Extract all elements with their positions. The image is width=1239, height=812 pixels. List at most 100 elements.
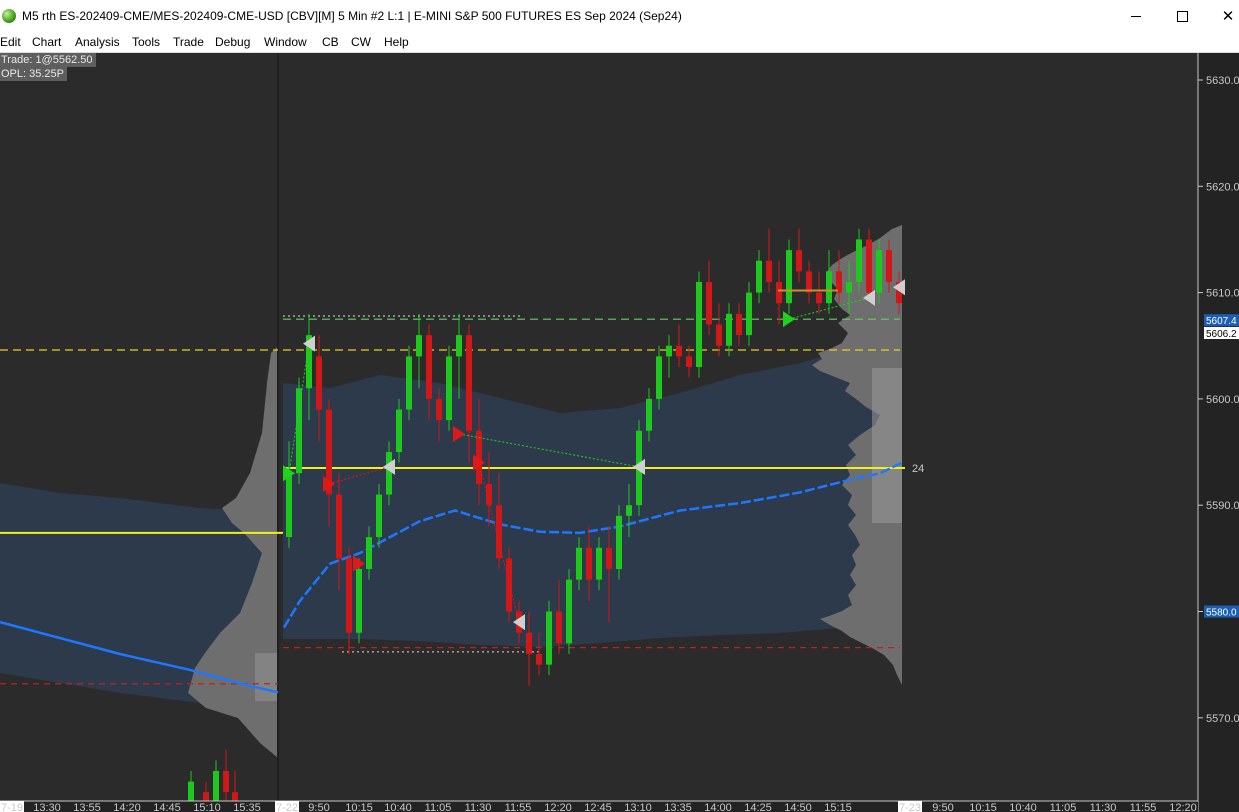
time-label: 9:50 [932,802,953,812]
time-label: 15:15 [824,802,852,812]
candle [666,345,672,357]
price-label: 5600.0 [1206,394,1239,406]
candle [866,239,872,293]
candle [526,632,532,655]
candle [876,250,882,293]
menu-bar: Edit Chart Analysis Tools Trade Debug Wi… [0,32,1239,53]
candle [296,388,302,474]
candle [756,260,762,293]
candle [436,398,442,421]
candle [706,281,712,325]
time-label: 14:50 [784,802,812,812]
candle [656,356,662,399]
candle [746,292,752,336]
time-label: 11:30 [465,802,492,812]
time-label: 12:20 [544,802,572,812]
candle [396,409,402,453]
globe-icon [2,9,16,23]
candle [826,271,832,304]
time-label: 10:15 [345,802,373,812]
candle [766,260,772,282]
trade-info: Trade: 1@5562.50 [0,53,96,67]
candle [223,770,229,793]
time-label: 11:05 [425,802,452,812]
menu-chart[interactable]: Chart [32,35,61,49]
price-label: 5610.0 [1206,288,1239,300]
menu-help[interactable]: Help [384,35,409,49]
date-label: 7-19 [1,802,23,812]
menu-trade[interactable]: Trade [173,35,204,49]
price-chart[interactable]: 24 5630.0 5620.0 5610.0 5600.0 5590.0 5580.0 5… [0,53,1239,812]
candle [626,505,632,516]
candle [796,250,802,272]
menu-cb[interactable]: CB [322,35,339,49]
menu-tools[interactable]: Tools [132,35,160,49]
price-label: 5630.0 [1206,75,1239,87]
candle [336,494,342,559]
price-label: 5570.0 [1206,713,1239,725]
candle [696,281,702,368]
menu-debug[interactable]: Debug [215,35,250,49]
candle [676,345,682,357]
candle [446,356,452,421]
candle [686,356,692,368]
candle [456,335,462,357]
candle [536,654,542,665]
candle [188,781,194,803]
time-label: 10:40 [1009,802,1037,812]
time-label: 13:10 [624,802,652,812]
maximize-icon [1176,10,1188,22]
price-tag-label: 5607.4 [1206,316,1237,327]
time-label: 12:45 [584,802,612,812]
time-label: 14:00 [704,802,732,812]
candle [786,250,792,304]
time-label: 11:55 [1130,802,1157,812]
time-label: 14:45 [153,802,181,812]
candle [736,313,742,336]
window-title: M5 rth ES-202409-CME/MES-202409-CME-USD … [22,9,682,23]
candle [726,313,732,346]
maximize-button[interactable] [1159,0,1205,32]
price-tag-label: 5606.2 [1206,329,1237,340]
candle [426,335,432,399]
candle [846,281,852,293]
menu-cw[interactable]: CW [351,35,371,49]
candle [213,770,219,803]
menu-window[interactable]: Window [264,35,307,49]
candle [586,547,592,580]
candle [606,547,612,569]
candle [596,547,602,580]
candle [286,473,292,538]
price-axis[interactable] [1198,53,1239,812]
opl-info: OPL: 35.25P [0,67,67,81]
candle [546,611,552,665]
menu-edit[interactable]: Edit [0,35,21,49]
title-bar[interactable]: M5 rth ES-202409-CME/MES-202409-CME-USD … [0,0,1239,32]
price-tag-label: 5580.0 [1206,608,1237,619]
chart-canvas[interactable]: 24 5630.0 5620.0 5610.0 5600.0 5590.0 5580.0 5… [0,53,1239,812]
time-label: 12:20 [1169,802,1197,812]
candle [576,547,582,580]
time-label: 11:05 [1050,802,1077,812]
minimize-icon [1131,15,1141,17]
date-label: 7-22 [276,802,298,812]
candle [406,356,412,410]
time-label: 11:55 [505,802,532,812]
candle [646,398,652,431]
time-label: 14:20 [113,802,141,812]
time-label: 14:25 [744,802,772,812]
time-label: 11:30 [1090,802,1117,812]
candle [776,281,782,304]
candle [316,356,322,410]
menu-analysis[interactable]: Analysis [75,35,120,49]
minimize-button[interactable] [1113,0,1159,32]
close-button[interactable]: ✕ [1205,0,1239,32]
candle [886,250,892,282]
candle [386,452,392,495]
candle [566,579,572,644]
candle [366,537,372,569]
time-axis-labels: 7-19 13:30 13:55 14:20 14:45 15:10 15:35 7-22 9:… [0,801,1197,812]
candle [376,494,382,538]
candle [556,611,562,644]
candle [346,558,352,633]
